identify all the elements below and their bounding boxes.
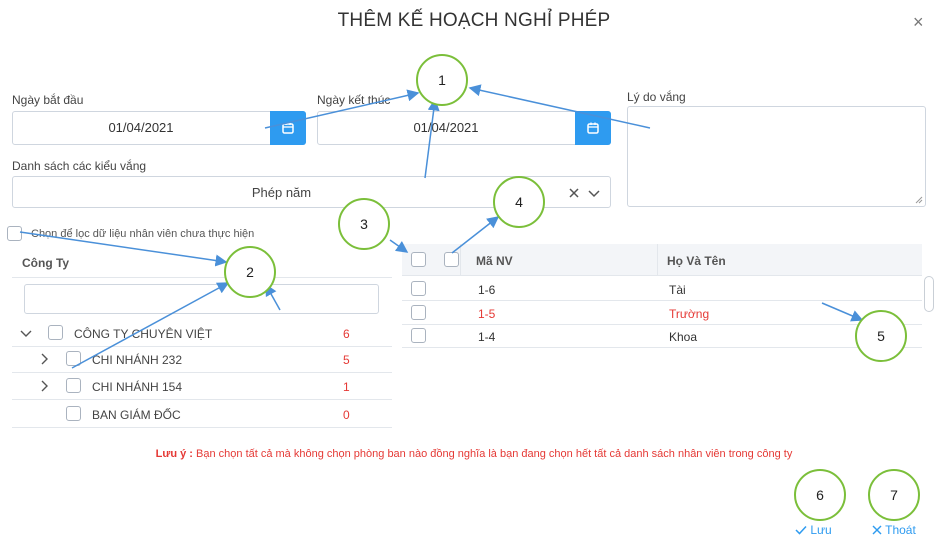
start-date-field[interactable]: 01/04/2021 [12,111,306,145]
company-search-input[interactable] [24,284,379,314]
tree-checkbox[interactable] [48,325,63,340]
tree-checkbox[interactable] [66,406,81,421]
callout-7: 7 [868,469,920,521]
absence-types-label: Danh sách các kiểu vắng [12,159,147,173]
employee-code: 1-5 [478,307,496,321]
row-checkbox[interactable] [411,305,426,320]
callout-1: 1 [416,54,468,106]
divider [402,347,922,348]
divider [657,244,658,276]
save-button[interactable]: Lưu [795,523,832,537]
tree-node-label: CHI NHÁNH 232 [92,353,183,367]
end-date-calendar-button[interactable] [575,111,611,145]
filter-unprocessed-checkbox[interactable] [7,226,22,241]
callout-3: 3 [338,198,390,250]
divider [402,300,922,301]
calendar-icon [587,122,599,134]
tree-node-label: CÔNG TY CHUYÊN VIỆT [74,327,213,341]
employee-name: Khoa [669,330,698,344]
employee-name: Tài [669,283,686,297]
column-header-code[interactable]: Mã NV [476,254,513,268]
tree-node-count: 0 [343,408,350,422]
callout-6: 6 [794,469,846,521]
tree-node-count: 1 [343,380,350,394]
tree-checkbox[interactable] [66,378,81,393]
row-checkbox[interactable] [411,281,426,296]
note-text: Lưu ý : Bạn chọn tất cả mà không chọn ph… [0,448,948,460]
note-prefix: Lưu ý : [155,448,193,460]
divider [402,324,922,325]
divider [12,427,392,428]
tree-node-label: CHI NHÁNH 154 [92,380,183,394]
divider [12,346,392,347]
divider [12,372,392,373]
reason-label: Lý do vắng [627,90,686,104]
absence-type-value: Phép năm [251,185,312,200]
check-icon [795,525,807,535]
reason-textarea[interactable] [627,106,926,207]
save-label: Lưu [810,523,832,537]
tree-node-count: 6 [343,327,350,341]
start-date-label: Ngày bắt đầu [12,93,84,107]
note-body: Bạn chọn tất cả mà không chọn phòng ban … [192,448,793,460]
select-page-checkbox[interactable] [444,252,459,267]
tree-node-count: 5 [343,353,350,367]
divider [460,244,461,276]
divider [12,399,392,400]
table-scrollbar[interactable] [924,276,934,312]
employee-name: Trường [669,307,710,321]
clear-icon[interactable] [568,187,580,199]
chevron-down-icon[interactable] [588,187,600,199]
close-icon [872,525,882,535]
column-header-name[interactable]: Họ Và Tên [667,254,726,268]
end-date-label: Ngày kết thúc [317,93,391,107]
dialog-title: THÊM KẾ HOẠCH NGHỈ PHÉP [337,10,611,31]
resize-handle-icon[interactable] [915,196,923,204]
employee-code: 1-4 [478,330,496,344]
end-date-value: 01/04/2021 [413,120,479,135]
tree-checkbox[interactable] [66,351,81,366]
select-all-checkbox[interactable] [411,252,426,267]
start-date-calendar-button[interactable] [270,111,306,145]
tree-node-label: BAN GIÁM ĐỐC [92,408,181,422]
divider [12,277,392,278]
employee-code: 1-6 [478,283,496,297]
callout-4: 4 [493,176,545,228]
chevron-right-icon[interactable] [38,380,50,392]
end-date-field[interactable]: 01/04/2021 [317,111,611,145]
filter-checkbox-label: Chọn để lọc dữ liệu nhân viên chưa thực … [31,228,255,240]
company-header: Công Ty [22,256,70,270]
row-checkbox[interactable] [411,328,426,343]
arrow-line [821,302,864,322]
chevron-down-icon[interactable] [20,327,32,339]
chevron-right-icon[interactable] [38,353,50,365]
exit-label: Thoát [885,523,916,537]
calendar-icon [282,122,294,134]
callout-5: 5 [855,310,907,362]
exit-button[interactable]: Thoát [872,523,916,537]
callout-2: 2 [224,246,276,298]
close-icon[interactable]: × [913,12,924,33]
start-date-value: 01/04/2021 [108,120,174,135]
